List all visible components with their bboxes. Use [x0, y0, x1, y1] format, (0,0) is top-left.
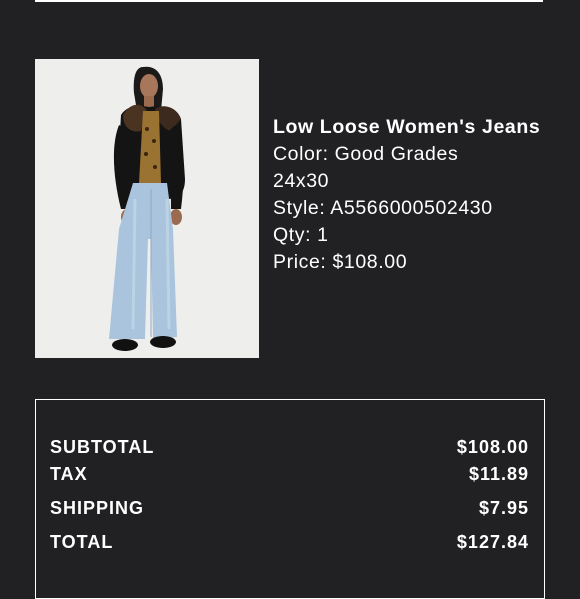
shipping-value: $7.95 — [478, 498, 529, 518]
shipping-row: SHIPPING $7.95 — [50, 498, 529, 519]
product-name[interactable]: Low Loose Women's Jeans — [273, 114, 543, 141]
product-image[interactable] — [35, 59, 259, 358]
subtotal-value: $108.00 — [456, 437, 529, 457]
total-value: $127.84 — [456, 532, 529, 552]
tax-value: $11.89 — [468, 464, 529, 484]
order-item: Low Loose Women's Jeans Color: Good Grad… — [35, 59, 545, 359]
subtotal-row: SUBTOTAL $108.00 — [50, 437, 529, 458]
product-price: Price: $108.00 — [273, 251, 408, 273]
order-totals: SUBTOTAL $108.00 TAX $11.89 SHIPPING $7.… — [35, 399, 545, 599]
product-style: Style: A5566000502430 — [273, 197, 493, 219]
total-label: TOTAL — [50, 532, 114, 552]
subtotal-label: SUBTOTAL — [50, 437, 155, 457]
product-color: Color: Good Grades — [273, 143, 459, 165]
total-row: TOTAL $127.84 — [50, 532, 529, 553]
product-size: 24x30 — [273, 170, 330, 192]
tax-row: TAX $11.89 — [50, 464, 529, 485]
top-summary-box — [35, 0, 543, 2]
product-qty: Qty: 1 — [273, 224, 329, 246]
product-details: Low Loose Women's Jeans Color: Good Grad… — [273, 114, 543, 276]
tax-label: TAX — [50, 464, 88, 484]
model-wearing-jeans-illustration — [35, 59, 259, 358]
shipping-label: SHIPPING — [50, 498, 145, 518]
